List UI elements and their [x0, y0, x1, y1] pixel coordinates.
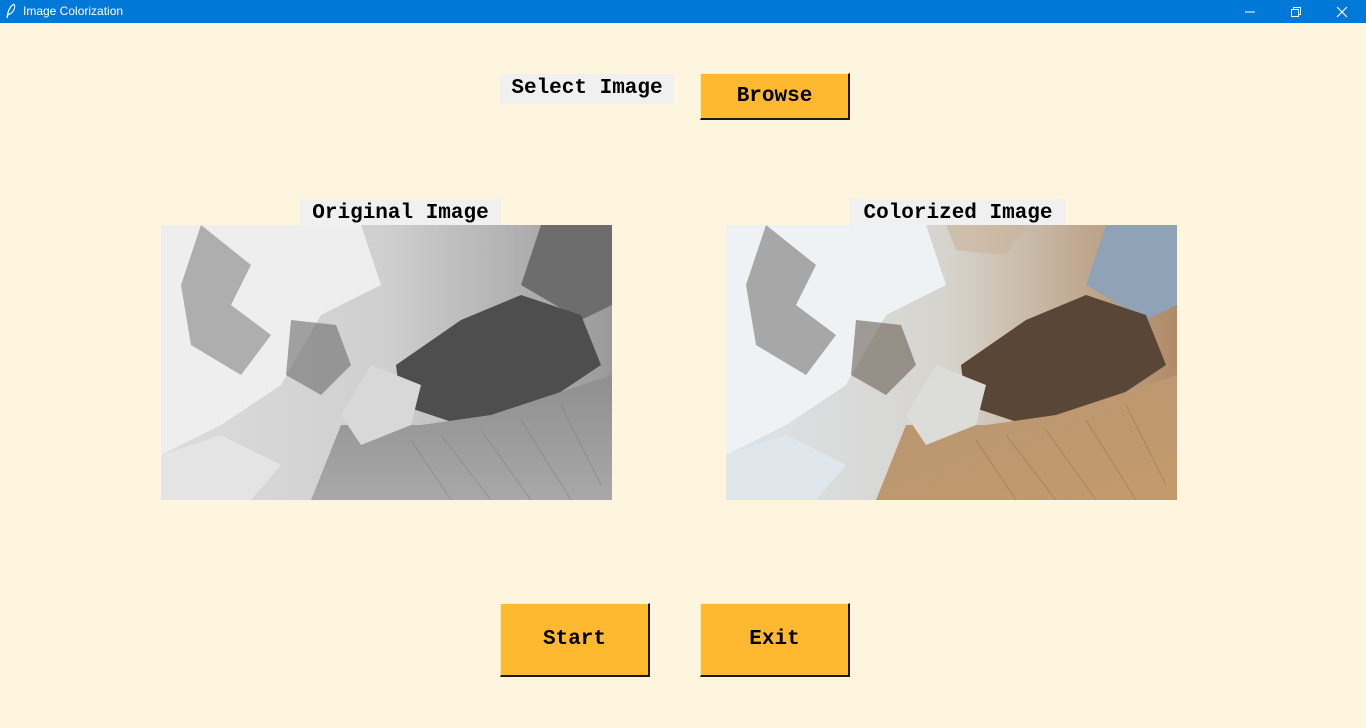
window-title: Image Colorization	[23, 4, 124, 18]
exit-button[interactable]: Exit	[700, 603, 850, 677]
minimize-button[interactable]	[1227, 0, 1273, 23]
close-icon	[1336, 6, 1348, 18]
browse-button[interactable]: Browse	[700, 73, 850, 120]
feather-icon	[4, 3, 18, 19]
close-button[interactable]	[1319, 0, 1365, 23]
restore-button[interactable]	[1273, 0, 1319, 23]
colorized-image	[726, 225, 1177, 500]
original-image	[161, 225, 612, 500]
restore-icon	[1291, 6, 1301, 17]
minimize-icon	[1245, 7, 1255, 17]
title-bar: Image Colorization	[0, 0, 1366, 23]
start-button[interactable]: Start	[500, 603, 650, 677]
select-image-label: Select Image	[500, 74, 674, 104]
